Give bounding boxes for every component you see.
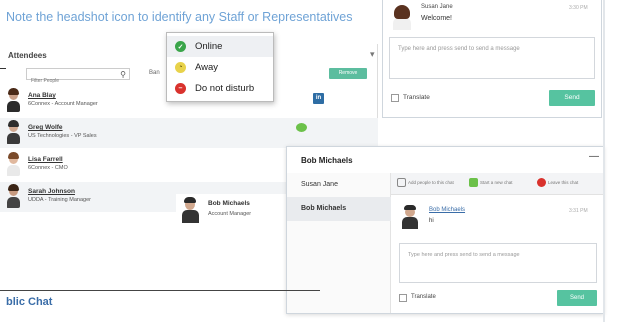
send-button[interactable]: Send — [557, 290, 597, 306]
window-frame-edge — [603, 0, 605, 322]
headshot-icon — [6, 88, 20, 112]
message-input[interactable]: Type here and press send to send a messa… — [389, 37, 595, 79]
minimize-icon[interactable]: — — [589, 151, 599, 162]
translate-checkbox[interactable] — [399, 294, 407, 302]
status-label: Do not disturb — [195, 83, 255, 94]
message-placeholder: Type here and press send to send a messa… — [408, 252, 520, 258]
divider-line — [0, 290, 320, 291]
ban-button[interactable]: Ban — [149, 70, 160, 76]
search-icon[interactable]: ⚲ — [120, 69, 126, 80]
attendee-subtitle: UDDA - Training Manager — [28, 197, 91, 203]
attendees-collapse-icon[interactable]: ▾ — [370, 49, 375, 60]
chat-contact-list: Susan Jane Bob Michaels — [287, 173, 391, 313]
profile-hover-card: Bob Michaels Account Manager — [176, 194, 286, 228]
attendee-subtitle: 6Connex - CMO — [28, 165, 68, 171]
headshot-icon — [6, 120, 20, 144]
status-away[interactable]: ◔ Away — [167, 57, 273, 78]
chat-sender-name: Susan Jane — [421, 4, 453, 10]
status-online[interactable]: ✓ Online — [167, 36, 273, 57]
translate-label: Translate — [411, 294, 436, 300]
new-chat-button[interactable]: Start a new chat — [469, 178, 513, 187]
headshot-icon — [401, 205, 419, 229]
status-label: Online — [195, 41, 223, 52]
add-people-icon — [397, 178, 406, 187]
translate-checkbox[interactable] — [391, 94, 399, 102]
chat-timestamp: 3:30 PM — [569, 5, 588, 11]
contact-item-active[interactable]: Bob Michaels — [287, 197, 391, 221]
attendee-name[interactable]: Sarah Johnson — [28, 188, 75, 195]
leave-chat-icon — [537, 178, 546, 187]
chat-timestamp: 3:31 PM — [569, 208, 588, 214]
status-label: Away — [195, 62, 219, 73]
remove-button[interactable]: Remove — [329, 68, 367, 79]
attendees-search-field: ⚲ — [26, 68, 130, 86]
hint-text: Note the headshot icon to identify any S… — [6, 10, 353, 24]
headshot-icon — [6, 184, 20, 208]
do-not-disturb-status-icon: – — [175, 83, 186, 94]
leave-chat-button[interactable]: Leave this chat — [537, 178, 578, 187]
online-status-icon: ✓ — [175, 41, 186, 52]
hover-card-role: Account Manager — [208, 211, 252, 217]
headshot-icon — [180, 197, 200, 223]
attendee-subtitle: 6Connex - Account Manager — [28, 101, 98, 107]
message-input[interactable]: Type here and press send to send a messa… — [399, 243, 597, 283]
attendees-title: Attendees — [8, 51, 47, 60]
linkedin-icon[interactable]: in — [313, 93, 324, 104]
translate-label: Translate — [403, 94, 430, 101]
attendee-name[interactable]: Lisa Farrell — [28, 156, 63, 163]
status-do-not-disturb[interactable]: – Do not disturb — [167, 78, 273, 99]
attendee-name[interactable]: Greg Wolfe — [28, 124, 63, 131]
contact-item[interactable]: Susan Jane — [287, 173, 391, 197]
message-placeholder: Type here and press send to send a messa… — [398, 46, 520, 52]
status-menu: ✓ Online ◔ Away – Do not disturb — [166, 32, 274, 102]
headshot-icon — [6, 152, 20, 176]
hover-card-name: Bob Michaels — [208, 200, 250, 207]
add-people-button[interactable]: Add people to this chat — [397, 178, 454, 187]
headshot-icon — [391, 4, 413, 30]
public-chat-heading: blic Chat — [6, 296, 53, 308]
chat-panel: Bob Michaels — Susan Jane Bob Michaels A… — [286, 146, 604, 314]
chat-sender-name[interactable]: Bob Michaels — [429, 207, 465, 213]
chat-window-top: Susan Jane Welcome! 3:30 PM Type here an… — [382, 0, 602, 118]
attendee-subtitle: US Technologies - VP Sales — [28, 133, 97, 139]
attendees-search-input[interactable] — [27, 76, 115, 86]
send-button[interactable]: Send — [549, 90, 595, 106]
new-chat-icon — [469, 178, 478, 187]
chat-bubble-icon[interactable] — [296, 123, 307, 132]
attendee-row[interactable]: Greg Wolfe US Technologies - VP Sales — [0, 118, 378, 148]
chat-panel-title: Bob Michaels — [301, 156, 353, 165]
away-status-icon: ◔ — [175, 62, 186, 73]
attendee-name[interactable]: Ana Blay — [28, 92, 56, 99]
chat-message: Welcome! — [421, 15, 452, 22]
chat-message: hi — [429, 218, 434, 224]
chat-toolbar: Add people to this chat Start a new chat… — [391, 173, 603, 195]
